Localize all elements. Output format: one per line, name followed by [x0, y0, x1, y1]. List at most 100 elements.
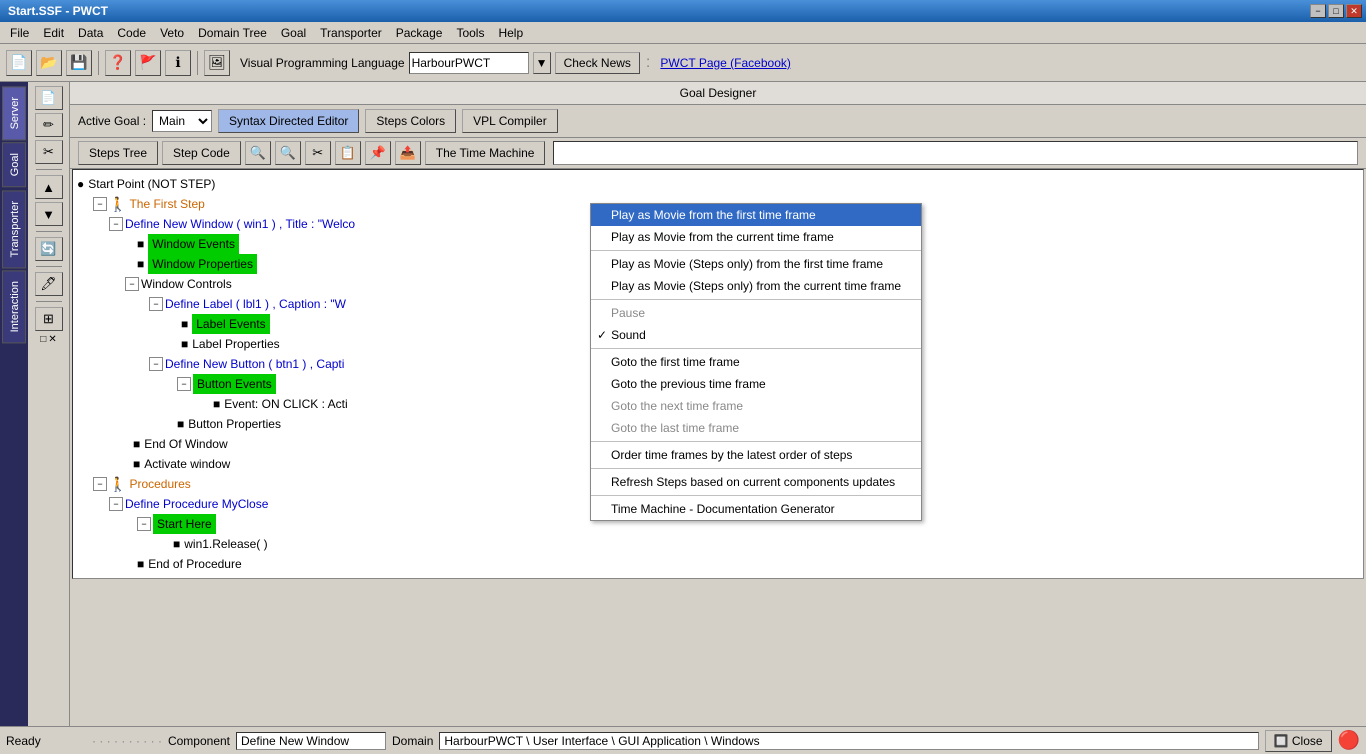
minimize-button[interactable]: −	[1310, 4, 1326, 18]
zoom-out-button[interactable]: 🔍	[275, 141, 301, 165]
image-button[interactable]: 🖼	[204, 50, 230, 76]
save-button[interactable]: 💾	[66, 50, 92, 76]
si-edit-button[interactable]: ✏	[35, 113, 63, 137]
si-delete-button[interactable]: ✂	[35, 140, 63, 164]
close-icon: 🔲	[1274, 734, 1289, 748]
sidebar-tab-goal[interactable]: Goal	[2, 142, 26, 187]
status-bar: Ready · · · · · · · · · · Component Defi…	[0, 726, 1366, 754]
si-down-button[interactable]: ▼	[35, 202, 63, 226]
close-button[interactable]: ✕	[1346, 4, 1362, 18]
main-layout: Server Goal Transporter Interaction 📄 ✏ …	[0, 82, 1366, 726]
dd-separator	[591, 495, 921, 496]
help-button[interactable]: ❓	[105, 50, 131, 76]
dd-item-goto-first[interactable]: Goto the first time frame	[591, 351, 921, 373]
menu-item-transporter[interactable]: Transporter	[314, 24, 388, 42]
si-sep3	[36, 266, 62, 267]
dd-item-order-time[interactable]: Order time frames by the latest order of…	[591, 444, 921, 466]
dd-item-sound[interactable]: Sound	[591, 324, 921, 346]
menu-item-package[interactable]: Package	[390, 24, 449, 42]
syntax-directed-editor-button[interactable]: Syntax Directed Editor	[218, 109, 359, 133]
menu-item-goal[interactable]: Goal	[275, 24, 312, 42]
check-news-button[interactable]: Check News	[555, 52, 640, 74]
steps-colors-button[interactable]: Steps Colors	[365, 109, 456, 133]
pwct-facebook-link[interactable]: PWCT Page (Facebook)	[660, 56, 791, 70]
content-area: Goal Designer Active Goal : Main Syntax …	[70, 82, 1366, 726]
expand-start-here[interactable]: −	[137, 517, 151, 531]
goal-designer-title: Goal Designer	[680, 86, 757, 100]
dd-item-goto-prev[interactable]: Goto the previous time frame	[591, 373, 921, 395]
menu-bar: FileEditDataCodeVetoDomain TreeGoalTrans…	[0, 22, 1366, 44]
dd-item-doc-gen[interactable]: Time Machine - Documentation Generator	[591, 498, 921, 520]
scrollbar-area[interactable]	[553, 141, 1358, 165]
goal-select[interactable]: Main	[152, 110, 212, 132]
si-up-button[interactable]: ▲	[35, 175, 63, 199]
expand-first-step[interactable]: −	[93, 197, 107, 211]
menu-item-domain-tree[interactable]: Domain Tree	[192, 24, 273, 42]
menu-item-edit[interactable]: Edit	[37, 24, 70, 42]
expand-procedures[interactable]: −	[93, 477, 107, 491]
cut-button[interactable]: ✂	[305, 141, 331, 165]
steps-toolbar: Steps Tree Step Code 🔍 🔍 ✂ 📋 📌 📤 The Tim…	[70, 138, 1366, 169]
flag-button[interactable]: 🚩	[135, 50, 161, 76]
expand-define-button[interactable]: −	[149, 357, 163, 371]
vpl-dropdown-arrow[interactable]: ▼	[533, 52, 551, 74]
dd-item-play-steps-first[interactable]: Play as Movie (Steps only) from the firs…	[591, 253, 921, 275]
vpl-compiler-button[interactable]: VPL Compiler	[462, 109, 558, 133]
define-label-text: Define Label ( lbl1 ) , Caption : "W	[165, 294, 346, 314]
vpl-input[interactable]	[409, 52, 529, 74]
zoom-in-button[interactable]: 🔍	[245, 141, 271, 165]
close-status-label: Close	[1292, 734, 1323, 748]
dd-item-play-steps-current[interactable]: Play as Movie (Steps only) from the curr…	[591, 275, 921, 297]
time-machine-button[interactable]: The Time Machine	[425, 141, 546, 165]
expand-define-label[interactable]: −	[149, 297, 163, 311]
dd-item-play-movie-current[interactable]: Play as Movie from the current time fram…	[591, 226, 921, 248]
sidebar-tab-interaction[interactable]: Interaction	[2, 270, 26, 343]
menu-item-veto[interactable]: Veto	[154, 24, 190, 42]
expand-button-events[interactable]: −	[177, 377, 191, 391]
si-grid-button[interactable]: ⊞	[35, 307, 63, 331]
domain-value: HarbourPWCT \ User Interface \ GUI Appli…	[439, 732, 1258, 750]
dd-item-play-movie-first[interactable]: Play as Movie from the first time frame	[591, 204, 921, 226]
open-button[interactable]: 📂	[36, 50, 62, 76]
button-events-text: Button Events	[193, 374, 276, 394]
si-refresh-button[interactable]: 🔄	[35, 237, 63, 261]
expand-define-window[interactable]: −	[109, 217, 123, 231]
dd-item-goto-next: Goto the next time frame	[591, 395, 921, 417]
si-x-label: ✕	[48, 334, 56, 345]
separator-pipe: :	[646, 54, 650, 72]
menu-item-code[interactable]: Code	[111, 24, 152, 42]
paste-button[interactable]: 📌	[365, 141, 391, 165]
first-step-text: The First Step	[129, 194, 204, 214]
steps-tree-button[interactable]: Steps Tree	[78, 141, 158, 165]
expand-define-procedure[interactable]: −	[109, 497, 123, 511]
step-code-button[interactable]: Step Code	[162, 141, 241, 165]
label-events-text: Label Events	[192, 314, 269, 334]
dd-item-refresh[interactable]: Refresh Steps based on current component…	[591, 471, 921, 493]
expand-window-controls[interactable]: −	[125, 277, 139, 291]
tree-node-end-procedure: ■ End of Procedure	[77, 554, 1359, 574]
si-sep1	[36, 169, 62, 170]
window-controls: − □ ✕	[1310, 4, 1362, 18]
export-button[interactable]: 📤	[395, 141, 421, 165]
win-release-text: win1.Release( )	[184, 534, 267, 554]
dd-separator	[591, 250, 921, 251]
dd-item-pause: Pause	[591, 302, 921, 324]
domain-label: Domain	[392, 734, 433, 748]
menu-item-data[interactable]: Data	[72, 24, 109, 42]
event-click-text: Event: ON CLICK : Acti	[224, 394, 347, 414]
menu-item-file[interactable]: File	[4, 24, 35, 42]
tree-wrapper: ● Start Point (NOT STEP) − 🚶 The First S…	[70, 169, 1366, 726]
maximize-button[interactable]: □	[1328, 4, 1344, 18]
sidebar-tab-server[interactable]: Server	[2, 86, 26, 140]
si-new-button[interactable]: 📄	[35, 86, 63, 110]
menu-item-tools[interactable]: Tools	[450, 24, 490, 42]
new-file-button[interactable]: 📄	[6, 50, 32, 76]
define-procedure-text: Define Procedure MyClose	[125, 494, 268, 514]
close-status-button[interactable]: 🔲 Close	[1265, 730, 1332, 752]
menu-item-help[interactable]: Help	[492, 24, 529, 42]
sidebar-tab-transporter[interactable]: Transporter	[2, 190, 26, 268]
title-bar: Start.SSF - PWCT − □ ✕	[0, 0, 1366, 22]
info-button[interactable]: ℹ	[165, 50, 191, 76]
copy-button[interactable]: 📋	[335, 141, 361, 165]
si-pen-button[interactable]: 🖊	[35, 272, 63, 296]
